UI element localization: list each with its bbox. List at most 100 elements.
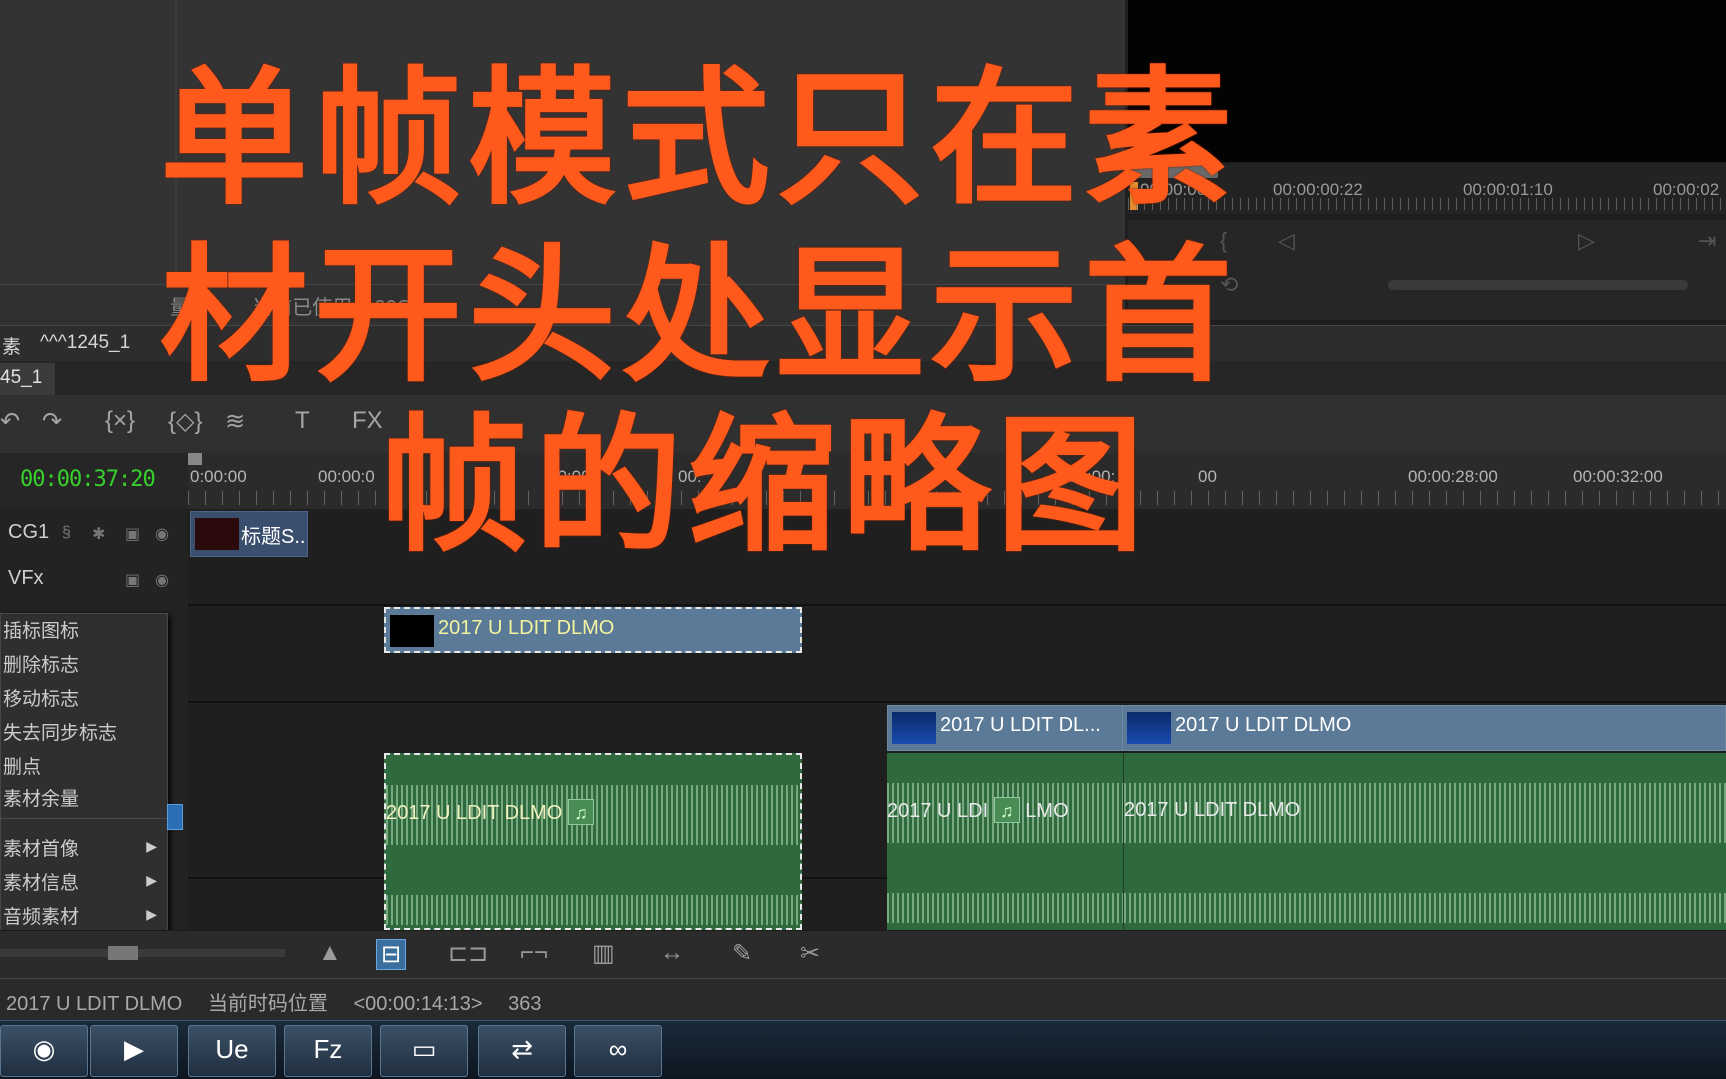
teamviewer-icon[interactable]: ⇄ (478, 1025, 566, 1077)
menu-item[interactable]: 失去同步标志 (1, 718, 169, 750)
timeline-zoom-slider[interactable] (0, 946, 285, 960)
clip-label: 2017 U LDI (887, 800, 989, 822)
firefox-icon[interactable]: ◉ (0, 1025, 88, 1077)
bars-icon[interactable]: ▥ (592, 939, 615, 968)
submenu-arrow-icon: ▶ (146, 838, 157, 854)
redo-icon[interactable]: ↷ (42, 407, 62, 436)
clip-label: 2017 U LDIT DLMO (1124, 799, 1301, 821)
next-icon[interactable]: ⇥ (1698, 228, 1716, 254)
menu-item-label: 删除标志 (3, 655, 80, 676)
lock-icon[interactable]: ▣ (125, 524, 140, 544)
sync-icon[interactable]: § (62, 524, 71, 542)
eye-icon[interactable]: ◉ (155, 524, 169, 544)
audio-clip-title: 2017 U LDIT DLMO ♫ (386, 799, 594, 825)
clip-thumbnail (892, 712, 936, 744)
step-back-icon[interactable]: ◁ (1278, 228, 1295, 254)
clip-label: LMO (1025, 800, 1069, 822)
timecode-display[interactable]: 00:00:37:20 (0, 453, 188, 509)
ruler-label: 00 (1198, 467, 1217, 486)
ripple-edit-icon[interactable]: ⊟ (376, 939, 407, 970)
triangle-up-icon[interactable]: ▲ (318, 939, 342, 967)
menu-item[interactable]: 删点 (1, 752, 169, 784)
bin-label: 素 (2, 337, 22, 358)
track-header-cg1[interactable]: CG1 § ✱ ▣ ◉ (0, 521, 188, 561)
track-header-vfx[interactable]: VFx ▣ ◉ (0, 567, 188, 607)
undo-icon[interactable]: ↶ (0, 407, 20, 436)
track-divider (188, 604, 1726, 606)
timeline-ruler[interactable]: 0:00:00 00:00:0 00:00: 00: 00:00: 00 00:… (188, 453, 1726, 509)
windows-taskbar: ◉ ▶ Ue Fz ▭ ⇄ ∞ (0, 1020, 1726, 1079)
audio-clip-selected[interactable]: 2017 U LDIT DLMO ♫ (384, 753, 802, 930)
ultraedit-icon[interactable]: Ue (188, 1025, 276, 1077)
ruler-label: 0:00:00 (190, 467, 247, 486)
video-clip[interactable]: 2017 U LDIT DLMO (1122, 705, 1726, 751)
menu-item[interactable]: 移动标志 (1, 684, 169, 716)
menu-item-label: 插标图标 (3, 621, 80, 642)
trim-icon[interactable]: ⊏⊐ (448, 939, 488, 968)
sequence-tabs: 45_1 (0, 361, 1726, 395)
mark-in-out-icon[interactable]: {×} (105, 407, 135, 435)
pen-icon[interactable]: ✎ (732, 939, 752, 968)
slider-knob[interactable] (108, 946, 138, 960)
sequence-header: 素 ^^^1245_1 (0, 325, 1726, 361)
panel-divider (175, 0, 177, 290)
ruler-start-marker (188, 453, 202, 465)
audio-clip-title: 2017 U LDI ♫ LMO (887, 797, 1069, 823)
media-player-icon[interactable]: ▶ (90, 1025, 178, 1077)
wrench-icon[interactable]: ✱ (92, 524, 105, 544)
ruler-label: 00:00: (1068, 467, 1116, 486)
audio-clip[interactable]: 2017 U LDI ♫ LMO (887, 753, 1123, 930)
submenu-arrow-icon: ▶ (146, 872, 157, 888)
player-scrubber[interactable]: 00:00:00 00:00:00:22 00:00:01:10 00:00:0… (1128, 164, 1726, 214)
music-note-icon: ♫ (567, 799, 594, 825)
menu-item[interactable]: 素材余量 (1, 784, 169, 816)
clip-thumbnail (195, 518, 239, 550)
menu-item-label: 素材信息 (3, 873, 80, 894)
mark-in-icon[interactable]: { (1220, 228, 1227, 254)
razor-icon[interactable]: ✂ (800, 939, 820, 968)
menu-item[interactable]: 删除标志 (1, 650, 169, 682)
source-status-bar: 量 0 当前已使用 0.20GB (0, 284, 1125, 322)
player-timecode: 00:00:00 (1140, 180, 1207, 199)
player-panel: 00:00:00 00:00:00:22 00:00:01:10 00:00:0… (1125, 0, 1726, 325)
baidu-netdisk-icon[interactable]: ∞ (574, 1025, 662, 1077)
title-icon[interactable]: T (295, 407, 310, 435)
timeline-tracks[interactable]: 标题S... 2017 U LDIT DLMO 2017 U LDIT DL..… (188, 509, 1726, 930)
source-panel: 量 0 当前已使用 0.20GB (0, 0, 1125, 325)
folder-icon[interactable]: ▭ (380, 1025, 468, 1077)
menu-item[interactable]: 素材信息 ▶ (1, 868, 169, 900)
clip-label: 2017 U LDIT DLMO (438, 617, 615, 639)
menu-item[interactable]: 素材首像 ▶ (1, 834, 169, 866)
clip-label: 2017 U LDIT DLMO (1175, 714, 1352, 736)
filezilla-icon[interactable]: Fz (284, 1025, 372, 1077)
stretch-icon[interactable]: ↔ (660, 939, 684, 967)
scrub-zoom-handle[interactable] (1130, 164, 1218, 178)
player-jog-bar[interactable] (1388, 280, 1688, 290)
loop-icon[interactable]: ⟲ (1220, 272, 1238, 298)
video-clip[interactable]: 2017 U LDIT DL... (887, 705, 1123, 751)
menu-item-label: 移动标志 (3, 689, 80, 710)
eye-icon[interactable]: ◉ (155, 570, 169, 590)
menu-highlight (167, 804, 183, 830)
status-frames: 363 (508, 993, 542, 1015)
step-forward-icon[interactable]: ▷ (1578, 228, 1595, 254)
player-timecode: 00:00:01:10 (1463, 180, 1553, 199)
status-clip-name: 2017 U LDIT DLMO (6, 993, 183, 1015)
status-bar: 2017 U LDIT DLMO 当前时码位置 <00:00:14:13> 36… (0, 978, 1726, 1020)
audio-clip[interactable]: 2017 U LDIT DLMO (1123, 753, 1726, 930)
menu-item[interactable]: 插标图标 (1, 616, 169, 648)
ruler-label: 00:00: (548, 467, 596, 486)
title-clip[interactable]: 标题S... (190, 511, 308, 557)
tab-sequence[interactable]: 45_1 (0, 363, 55, 395)
slip-icon[interactable]: ⌐¬ (520, 939, 548, 967)
video-clip-selected[interactable]: 2017 U LDIT DLMO (384, 607, 802, 653)
fx-icon[interactable]: FX (352, 407, 383, 435)
current-timecode: 00:00:37:20 (20, 467, 156, 492)
edit-tools-bar: ▲ ⊟ ⊏⊐ ⌐¬ ▥ ↔ ✎ ✂ (0, 930, 1726, 978)
lock-icon[interactable]: ▣ (125, 570, 140, 590)
clip-thumbnail (1127, 712, 1171, 744)
audio-wave-icon[interactable]: ≋ (225, 407, 245, 436)
audio-waveform (887, 893, 1123, 923)
player-controls: { ◁ ▷ ⇥ ⟲ (1128, 220, 1726, 320)
mark-clip-icon[interactable]: {◇} (168, 407, 203, 436)
